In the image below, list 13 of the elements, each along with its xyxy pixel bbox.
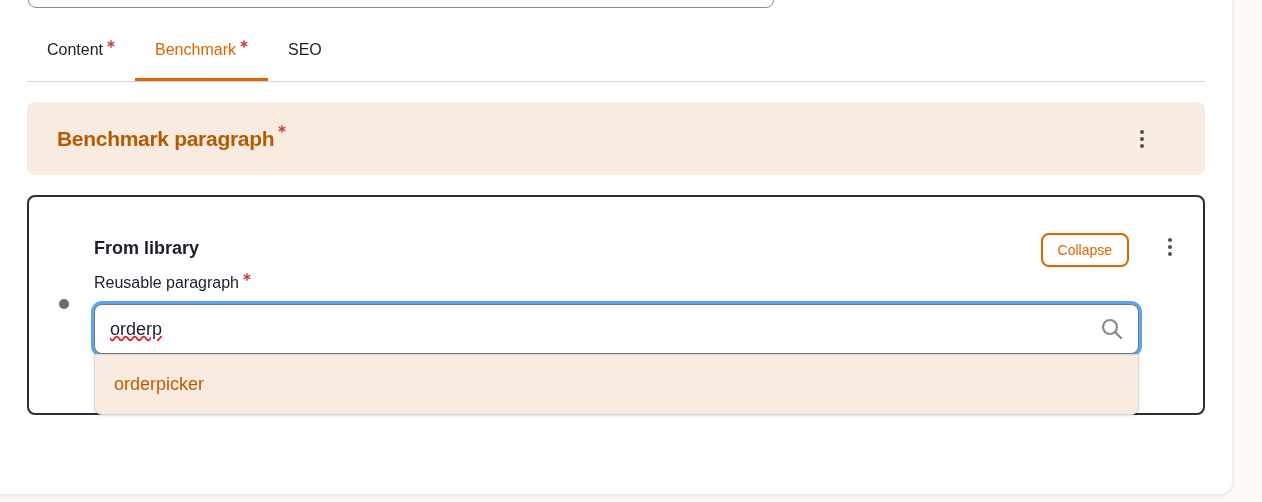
more-options-icon[interactable] [1139,128,1145,149]
field-label: Reusable paragraph [94,273,239,293]
suggestion-item[interactable]: orderpicker [94,354,1139,415]
more-options-icon[interactable] [1167,237,1173,257]
search-icon[interactable] [1101,318,1123,340]
collapse-button[interactable]: Collapse [1040,233,1129,267]
bullet-icon [59,299,69,309]
section-title: Benchmark paragraph [57,125,275,152]
search-field[interactable]: orderp [94,304,1139,354]
tab[interactable]: Content [47,38,104,62]
tab[interactable]: SEO [287,38,322,62]
paragraph-title: From library [94,237,200,260]
tab[interactable]: Benchmark [155,38,236,62]
